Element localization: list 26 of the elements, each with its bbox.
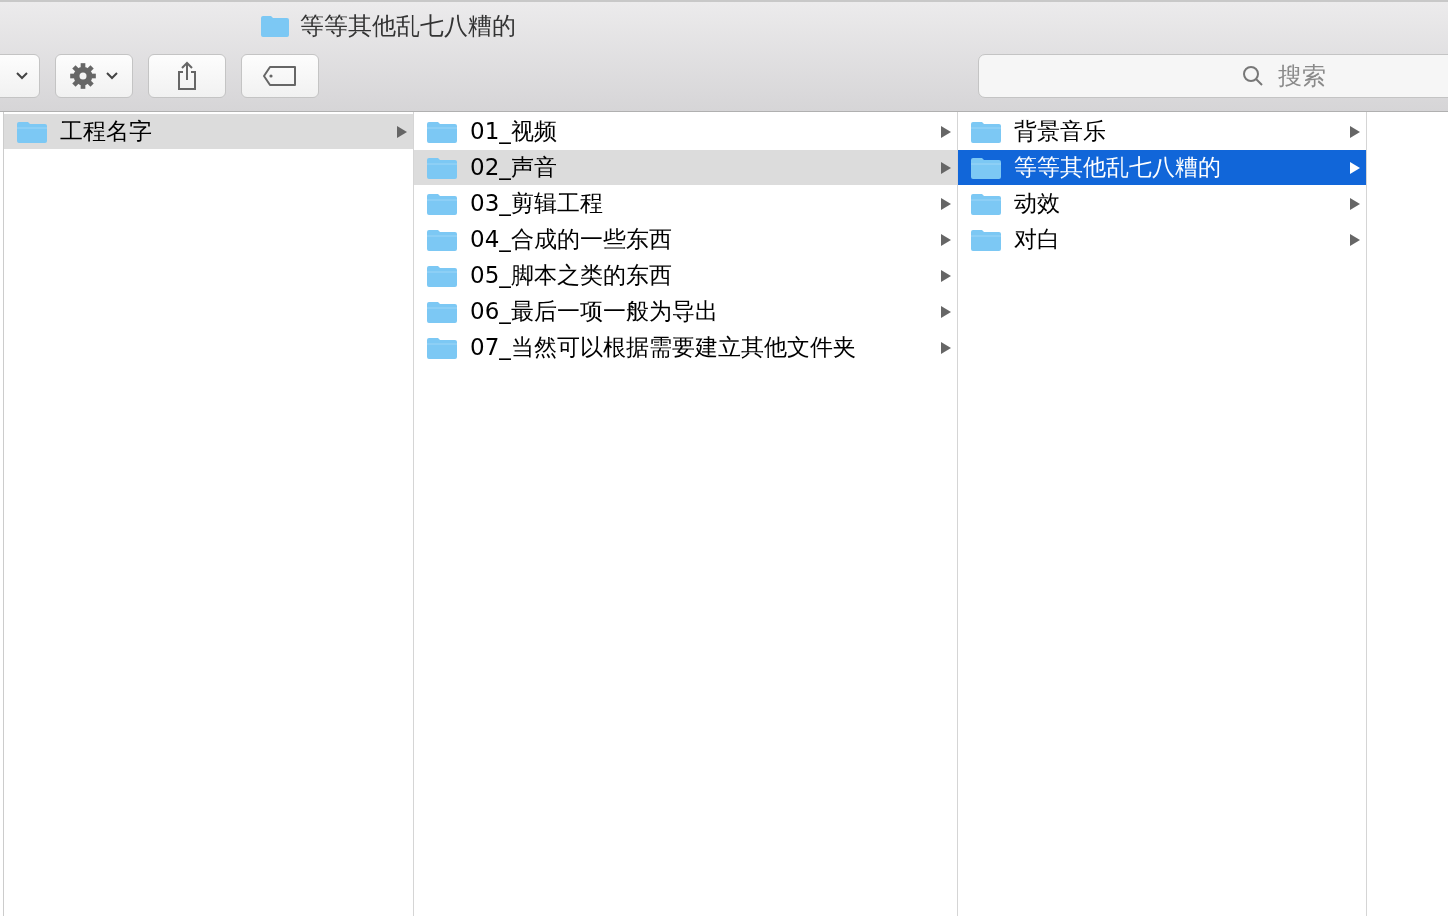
folder-row[interactable]: 等等其他乱七八糟的	[958, 150, 1366, 185]
folder-row[interactable]: 05_脚本之类的东西	[414, 258, 957, 293]
folder-name: 工程名字	[60, 117, 153, 146]
folder-row[interactable]: 背景音乐	[958, 114, 1366, 149]
folder-name: 04_合成的一些东西	[470, 225, 673, 254]
folder-name: 动效	[1014, 189, 1061, 218]
folder-row[interactable]: 01_视频	[414, 114, 957, 149]
folder-row[interactable]: 04_合成的一些东西	[414, 222, 957, 257]
folder-row[interactable]: 动效	[958, 186, 1366, 221]
folder-name: 等等其他乱七八糟的	[1014, 153, 1222, 182]
folder-name: 01_视频	[470, 117, 558, 146]
search-field[interactable]: 搜索	[978, 54, 1448, 98]
folder-name: 07_当然可以根据需要建立其他文件夹	[470, 333, 857, 362]
folder-row[interactable]: 03_剪辑工程	[414, 186, 957, 221]
folder-name: 03_剪辑工程	[470, 189, 604, 218]
folder-name: 对白	[1014, 225, 1061, 254]
window-title: 等等其他乱七八糟的	[300, 11, 516, 42]
folder-name: 06_最后一项一般为导出	[470, 297, 719, 326]
folder-row[interactable]: 对白	[958, 222, 1366, 257]
folder-row[interactable]: 06_最后一项一般为导出	[414, 294, 957, 329]
folder-name: 背景音乐	[1014, 117, 1107, 146]
folder-name: 02_声音	[470, 153, 558, 182]
folder-row[interactable]: 工程名字	[4, 114, 413, 149]
folder-name: 05_脚本之类的东西	[470, 261, 673, 290]
folder-row[interactable]: 07_当然可以根据需要建立其他文件夹	[414, 330, 957, 365]
folder-row[interactable]: 02_声音	[414, 150, 957, 185]
